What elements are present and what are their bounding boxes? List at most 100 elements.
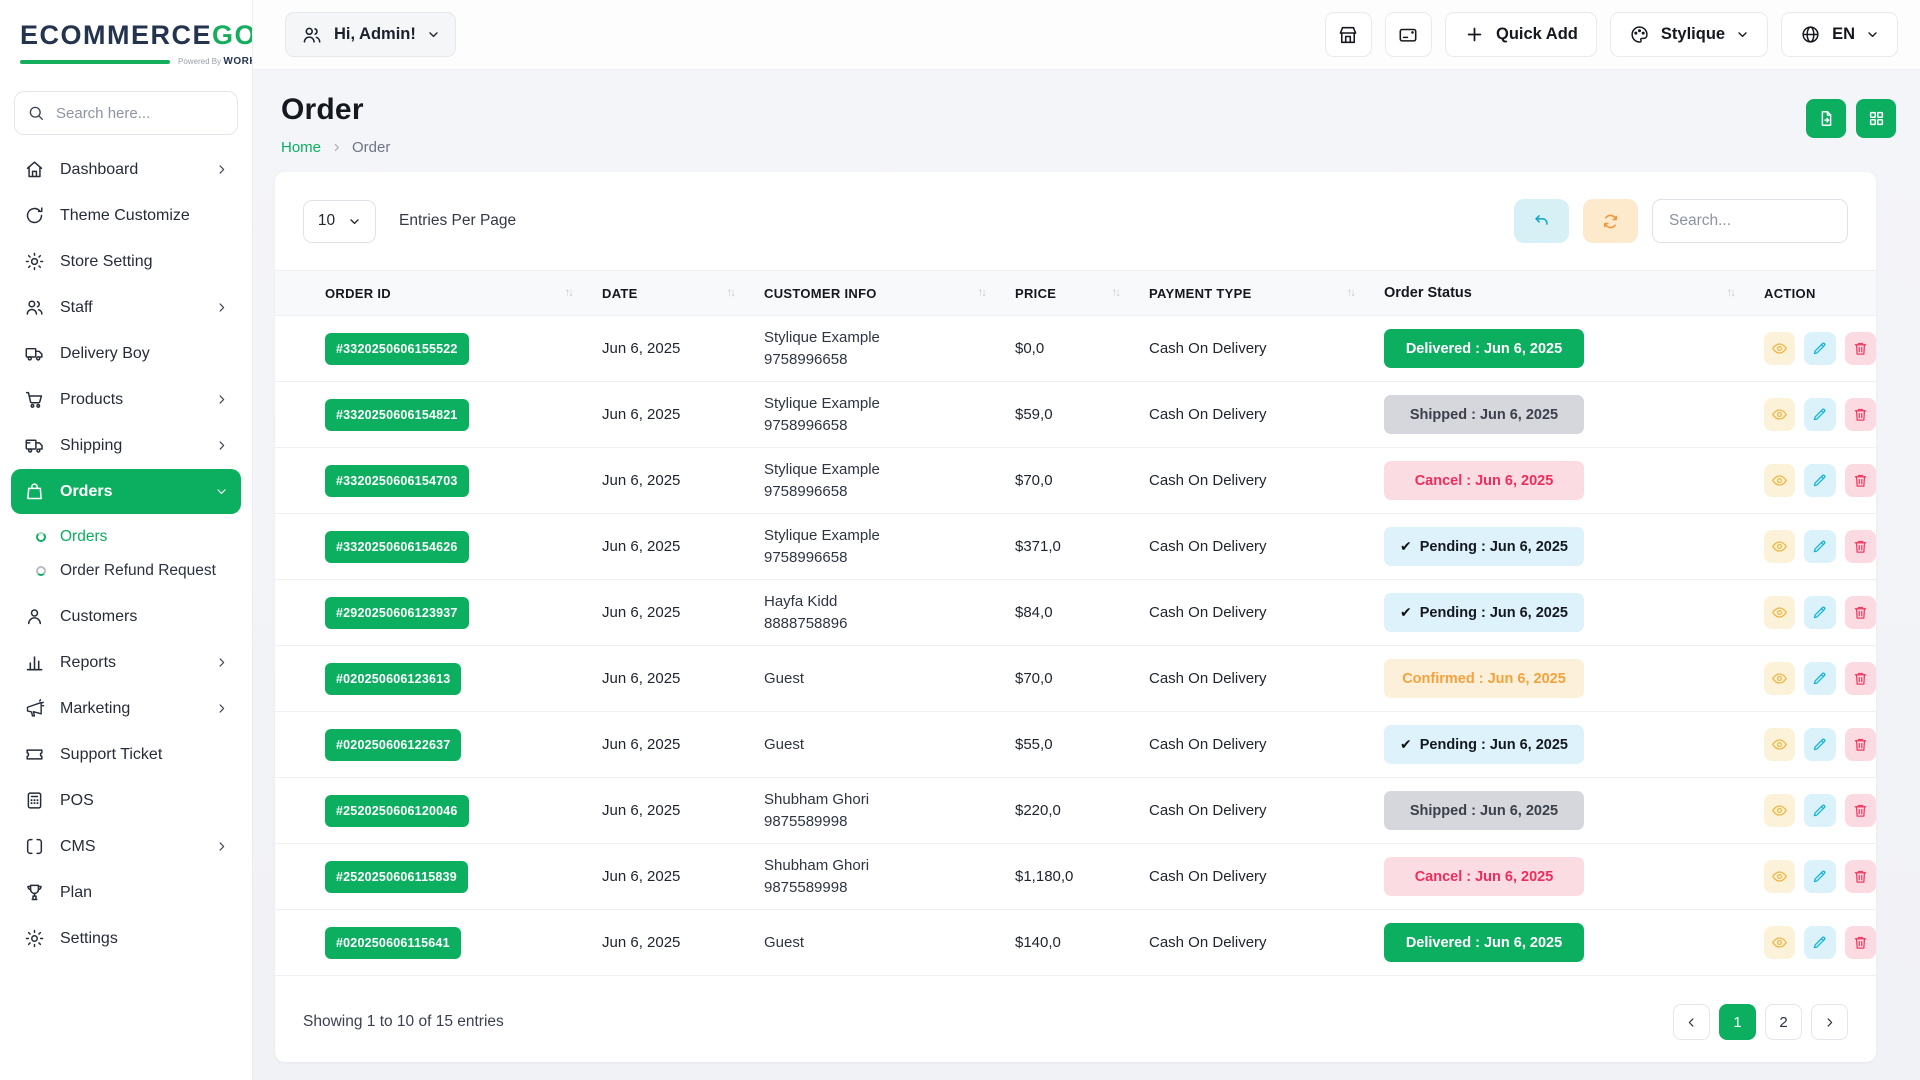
sidebar-subitem-order-refund-request[interactable]: Order Refund Request <box>28 554 241 588</box>
edit-order-button[interactable] <box>1804 926 1835 959</box>
storefront-button[interactable] <box>1325 12 1372 57</box>
admin-greeting-button[interactable]: Hi, Admin! <box>285 12 456 57</box>
pos-register-button[interactable] <box>1385 12 1432 57</box>
pagination-page-1[interactable]: 1 <box>1719 1004 1756 1040</box>
pagination-page-2[interactable]: 2 <box>1765 1004 1802 1040</box>
reset-filter-button[interactable] <box>1514 199 1569 243</box>
sidebar-search-input[interactable] <box>14 91 238 135</box>
column-header-customer-info[interactable]: CUSTOMER INFO↑↓ <box>764 271 1015 316</box>
chevron-down-icon <box>1736 28 1749 41</box>
sort-icon[interactable]: ↑↓ <box>978 287 986 299</box>
table-row: #3320250606154626Jun 6, 2025Stylique Exa… <box>275 514 1876 580</box>
export-button[interactable] <box>1806 99 1846 138</box>
sidebar-item-reports[interactable]: Reports <box>11 640 241 685</box>
sidebar-item-label: Delivery Boy <box>60 345 150 363</box>
sidebar-item-plan[interactable]: Plan <box>11 870 241 915</box>
order-id-badge[interactable]: #2920250606123937 <box>325 597 469 629</box>
table-search-input[interactable] <box>1652 199 1848 243</box>
column-header-price[interactable]: PRICE↑↓ <box>1015 271 1149 316</box>
sidebar-item-cms[interactable]: CMS <box>11 824 241 869</box>
sidebar-item-products[interactable]: Products <box>11 377 241 422</box>
view-order-button[interactable] <box>1764 728 1795 761</box>
pagination-next-button[interactable] <box>1811 1004 1848 1040</box>
language-selector-button[interactable]: EN <box>1781 12 1898 57</box>
sidebar-item-theme-customize[interactable]: Theme Customize <box>11 193 241 238</box>
brand-logo[interactable]: ECOMMERCEGO Powered By WORKDO˙ <box>0 14 252 67</box>
view-order-button[interactable] <box>1764 464 1795 497</box>
edit-order-button[interactable] <box>1804 662 1835 695</box>
edit-order-button[interactable] <box>1804 530 1835 563</box>
sidebar-item-shipping[interactable]: Shipping <box>11 423 241 468</box>
order-id-badge[interactable]: #2520250606115839 <box>325 861 468 893</box>
column-header-order-status[interactable]: Order Status↑↓ <box>1384 271 1764 316</box>
view-order-button[interactable] <box>1764 530 1795 563</box>
refresh-button[interactable] <box>1583 199 1638 243</box>
sidebar-item-store-setting[interactable]: Store Setting <box>11 239 241 284</box>
order-id-badge[interactable]: #3320250606154821 <box>325 399 469 431</box>
chevron-down-icon <box>1866 28 1879 41</box>
column-header-date[interactable]: DATE↑↓ <box>602 271 764 316</box>
edit-order-button[interactable] <box>1804 464 1835 497</box>
order-date: Jun 6, 2025 <box>602 736 680 753</box>
sidebar-item-staff[interactable]: Staff <box>11 285 241 330</box>
order-id-badge[interactable]: #3320250606154703 <box>325 465 469 497</box>
edit-order-button[interactable] <box>1804 728 1835 761</box>
edit-order-button[interactable] <box>1804 794 1835 827</box>
view-order-button[interactable] <box>1764 398 1795 431</box>
view-order-button[interactable] <box>1764 332 1795 365</box>
order-id-badge[interactable]: #020250606122637 <box>325 729 461 761</box>
sidebar-item-marketing[interactable]: Marketing <box>11 686 241 731</box>
sidebar-item-settings[interactable]: Settings <box>11 916 241 961</box>
sidebar-item-orders[interactable]: Orders <box>11 469 241 514</box>
theme-selector-button[interactable]: Stylique <box>1610 12 1768 57</box>
language-label: EN <box>1832 25 1855 44</box>
pagination-prev-button[interactable] <box>1673 1004 1710 1040</box>
delete-order-button[interactable] <box>1845 332 1876 365</box>
sidebar-item-pos[interactable]: POS <box>11 778 241 823</box>
edit-order-button[interactable] <box>1804 860 1835 893</box>
order-price: $55,0 <box>1015 736 1053 753</box>
breadcrumb-home-link[interactable]: Home <box>281 139 321 156</box>
sort-icon[interactable]: ↑↓ <box>1727 287 1735 299</box>
delete-order-button[interactable] <box>1845 662 1876 695</box>
sort-icon[interactable]: ↑↓ <box>1112 287 1120 299</box>
order-id-badge[interactable]: #020250606123613 <box>325 663 461 695</box>
view-order-button[interactable] <box>1764 662 1795 695</box>
eye-icon <box>1771 934 1788 951</box>
sidebar-item-dashboard[interactable]: Dashboard <box>11 147 241 192</box>
order-date: Jun 6, 2025 <box>602 670 680 687</box>
view-order-button[interactable] <box>1764 926 1795 959</box>
delete-order-button[interactable] <box>1845 398 1876 431</box>
order-id-badge[interactable]: #2520250606120046 <box>325 795 469 827</box>
view-order-button[interactable] <box>1764 794 1795 827</box>
sidebar-item-support-ticket[interactable]: Support Ticket <box>11 732 241 777</box>
edit-order-button[interactable] <box>1804 332 1835 365</box>
quick-add-button[interactable]: Quick Add <box>1445 12 1597 57</box>
sidebar-item-label: Dashboard <box>60 161 138 179</box>
delete-order-button[interactable] <box>1845 596 1876 629</box>
delete-order-button[interactable] <box>1845 926 1876 959</box>
sort-icon[interactable]: ↑↓ <box>1347 287 1355 299</box>
order-id-badge[interactable]: #3320250606155522 <box>325 333 469 365</box>
sidebar-item-customers[interactable]: Customers <box>11 594 241 639</box>
sidebar-subitem-orders[interactable]: Orders <box>28 520 241 554</box>
delete-order-button[interactable] <box>1845 464 1876 497</box>
delete-order-button[interactable] <box>1845 860 1876 893</box>
grid-view-button[interactable] <box>1856 99 1896 138</box>
column-header-order-id[interactable]: ORDER ID↑↓ <box>275 271 602 316</box>
delete-order-button[interactable] <box>1845 728 1876 761</box>
sort-icon[interactable]: ↑↓ <box>565 287 573 299</box>
column-header-payment-type[interactable]: PAYMENT TYPE↑↓ <box>1149 271 1384 316</box>
sidebar-item-delivery-boy[interactable]: Delivery Boy <box>11 331 241 376</box>
order-id-badge[interactable]: #3320250606154626 <box>325 531 469 563</box>
edit-order-button[interactable] <box>1804 398 1835 431</box>
edit-order-button[interactable] <box>1804 596 1835 629</box>
entries-per-page-select[interactable]: 10 <box>303 200 376 243</box>
sort-icon[interactable]: ↑↓ <box>727 287 735 299</box>
view-order-button[interactable] <box>1764 596 1795 629</box>
view-order-button[interactable] <box>1764 860 1795 893</box>
table-row: #020250606122637Jun 6, 2025Guest$55,0Cas… <box>275 712 1876 778</box>
order-id-badge[interactable]: #020250606115641 <box>325 927 461 959</box>
delete-order-button[interactable] <box>1845 530 1876 563</box>
delete-order-button[interactable] <box>1845 794 1876 827</box>
